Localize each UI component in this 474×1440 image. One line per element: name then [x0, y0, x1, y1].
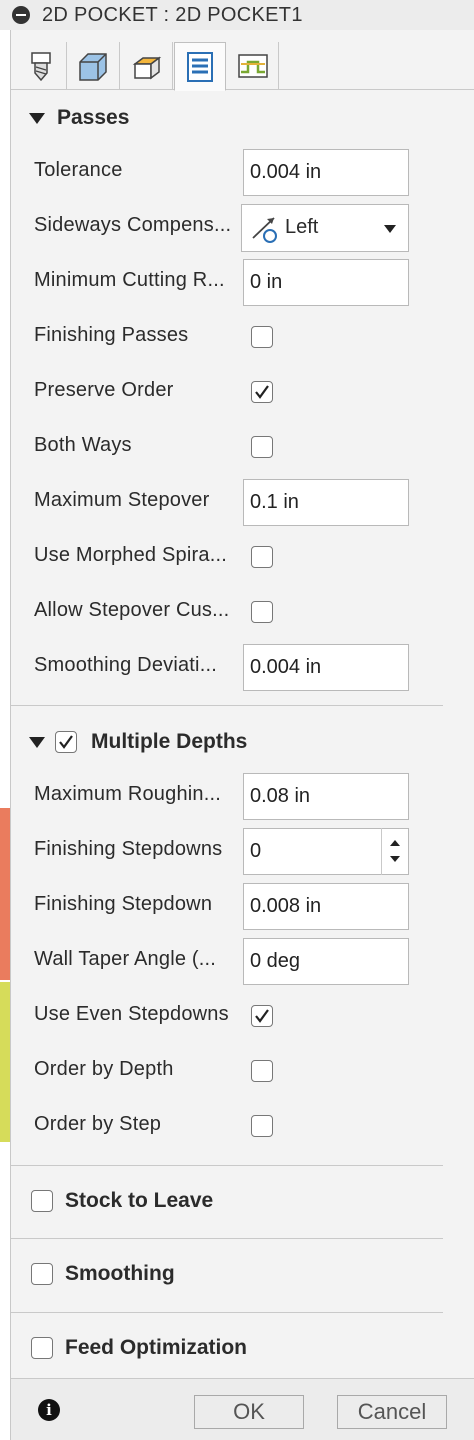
- cancel-button[interactable]: Cancel: [337, 1395, 447, 1429]
- tab-tool[interactable]: [15, 42, 67, 90]
- both-ways-row: Both Ways: [11, 424, 474, 470]
- order-by-step-checkbox[interactable]: [251, 1115, 273, 1137]
- allow-stepover-row: Allow Stepover Cus...: [11, 589, 474, 635]
- spinner-down-icon[interactable]: [390, 856, 400, 862]
- compensation-left-icon: [252, 217, 277, 243]
- sideways-compensation-value: Left: [285, 216, 319, 238]
- pocket-dialog-panel: Passes Tolerance 0.004 in Sideways Compe…: [10, 30, 474, 1440]
- ok-button[interactable]: OK: [194, 1395, 304, 1429]
- section-divider: [11, 705, 443, 706]
- finishing-stepdown-label: Finishing Stepdown: [34, 893, 213, 915]
- preserve-order-row: Preserve Order: [11, 369, 474, 415]
- info-icon[interactable]: i: [38, 1399, 60, 1421]
- section-divider: [11, 1312, 443, 1313]
- finishing-passes-label: Finishing Passes: [34, 324, 189, 346]
- smoothing-deviation-input[interactable]: 0.004 in: [243, 644, 409, 691]
- maximum-roughing-label: Maximum Roughin...: [34, 783, 221, 805]
- maximum-roughing-row: Maximum Roughin... 0.08 in: [11, 773, 474, 820]
- spinner-up-icon[interactable]: [390, 840, 400, 846]
- dialog-footer: i OK Cancel: [11, 1378, 474, 1440]
- multiple-depths-title: Multiple Depths: [91, 730, 248, 753]
- sideways-compensation-row: Sideways Compens... Left: [11, 204, 474, 252]
- checkmark-icon: [255, 385, 269, 399]
- feed-optimization-title: Feed Optimization: [65, 1336, 248, 1359]
- order-by-depth-label: Order by Depth: [34, 1058, 174, 1080]
- dialog-content: Passes Tolerance 0.004 in Sideways Compe…: [11, 91, 474, 1371]
- finishing-stepdowns-spinner[interactable]: [381, 828, 409, 875]
- allow-stepover-label: Allow Stepover Cus...: [34, 599, 230, 621]
- sideways-compensation-select[interactable]: Left: [241, 204, 409, 252]
- heights-icon: [132, 56, 161, 80]
- multiple-depths-section-header[interactable]: Multiple Depths: [29, 722, 247, 762]
- use-even-stepdowns-label: Use Even Stepdowns: [34, 1003, 229, 1025]
- maximum-stepover-label: Maximum Stepover: [34, 489, 210, 511]
- passes-icon: [187, 51, 213, 82]
- tolerance-input[interactable]: 0.004 in: [243, 149, 409, 196]
- finishing-stepdowns-row: Finishing Stepdowns 0: [11, 828, 474, 875]
- tab-passes[interactable]: [174, 42, 226, 91]
- stock-to-leave-section-header[interactable]: Stock to Leave: [31, 1181, 213, 1221]
- finishing-stepdowns-label: Finishing Stepdowns: [34, 838, 223, 860]
- tolerance-label: Tolerance: [34, 159, 123, 181]
- smoothing-section-header[interactable]: Smoothing: [31, 1254, 175, 1294]
- tab-bar: [11, 38, 474, 91]
- tolerance-row: Tolerance 0.004 in: [11, 149, 474, 196]
- smoothing-deviation-label: Smoothing Deviati...: [34, 654, 217, 676]
- expand-triangle-icon[interactable]: [29, 736, 45, 748]
- both-ways-label: Both Ways: [34, 434, 132, 456]
- section-divider: [11, 1238, 443, 1239]
- maximum-roughing-input[interactable]: 0.08 in: [243, 773, 409, 820]
- use-even-stepdowns-checkbox[interactable]: [251, 1005, 273, 1027]
- smoothing-checkbox[interactable]: [31, 1263, 53, 1285]
- order-by-step-label: Order by Step: [34, 1113, 162, 1135]
- morphed-spiral-row: Use Morphed Spira...: [11, 534, 474, 580]
- maximum-stepover-input[interactable]: 0.1 in: [243, 479, 409, 526]
- feed-optimization-checkbox[interactable]: [31, 1337, 53, 1359]
- checkmark-icon: [255, 1009, 269, 1023]
- order-by-step-row: Order by Step: [11, 1103, 474, 1149]
- finishing-stepdown-input[interactable]: 0.008 in: [243, 883, 409, 930]
- preserve-order-checkbox[interactable]: [251, 381, 273, 403]
- expand-triangle-icon[interactable]: [29, 112, 45, 124]
- collapse-icon[interactable]: [12, 6, 30, 24]
- dialog-titlebar[interactable]: 2D POCKET : 2D POCKET1: [0, 0, 474, 30]
- wall-taper-angle-input[interactable]: 0 deg: [243, 938, 409, 985]
- tab-geometry[interactable]: [68, 42, 120, 90]
- morphed-spiral-checkbox[interactable]: [251, 546, 273, 568]
- minimum-cutting-radius-label: Minimum Cutting R...: [34, 269, 225, 291]
- smoothing-deviation-row: Smoothing Deviati... 0.004 in: [11, 644, 474, 691]
- finishing-passes-checkbox[interactable]: [251, 326, 273, 348]
- minimum-cutting-radius-row: Minimum Cutting R... 0 in: [11, 259, 474, 306]
- multiple-depths-checkbox[interactable]: [55, 731, 77, 753]
- minimum-cutting-radius-input[interactable]: 0 in: [243, 259, 409, 306]
- tab-linking[interactable]: [227, 42, 279, 90]
- tab-heights[interactable]: [121, 42, 173, 90]
- stock-to-leave-checkbox[interactable]: [31, 1190, 53, 1212]
- sideways-compensation-label: Sideways Compens...: [34, 214, 232, 236]
- checkmark-icon: [59, 735, 73, 749]
- geometry-icon: [78, 53, 107, 81]
- wall-taper-angle-label: Wall Taper Angle (...: [34, 948, 217, 970]
- feed-optimization-section-header[interactable]: Feed Optimization: [31, 1328, 247, 1368]
- use-even-stepdowns-row: Use Even Stepdowns: [11, 993, 474, 1039]
- maximum-stepover-row: Maximum Stepover 0.1 in: [11, 479, 474, 526]
- chevron-down-icon: [384, 225, 396, 233]
- preserve-order-label: Preserve Order: [34, 379, 174, 401]
- tool-icon: [30, 52, 51, 82]
- finishing-passes-row: Finishing Passes: [11, 314, 474, 360]
- stock-to-leave-title: Stock to Leave: [65, 1189, 214, 1212]
- section-divider: [11, 1165, 443, 1166]
- dialog-title: 2D POCKET : 2D POCKET1: [42, 3, 303, 26]
- both-ways-checkbox[interactable]: [251, 436, 273, 458]
- finishing-stepdown-row: Finishing Stepdown 0.008 in: [11, 883, 474, 930]
- smoothing-title: Smoothing: [65, 1262, 175, 1285]
- order-by-depth-checkbox[interactable]: [251, 1060, 273, 1082]
- passes-section-title: Passes: [57, 106, 130, 129]
- linking-icon: [237, 54, 268, 78]
- wall-taper-angle-row: Wall Taper Angle (... 0 deg: [11, 938, 474, 985]
- allow-stepover-checkbox[interactable]: [251, 601, 273, 623]
- passes-section-header[interactable]: Passes: [29, 98, 129, 138]
- order-by-depth-row: Order by Depth: [11, 1048, 474, 1094]
- morphed-spiral-label: Use Morphed Spira...: [34, 544, 227, 566]
